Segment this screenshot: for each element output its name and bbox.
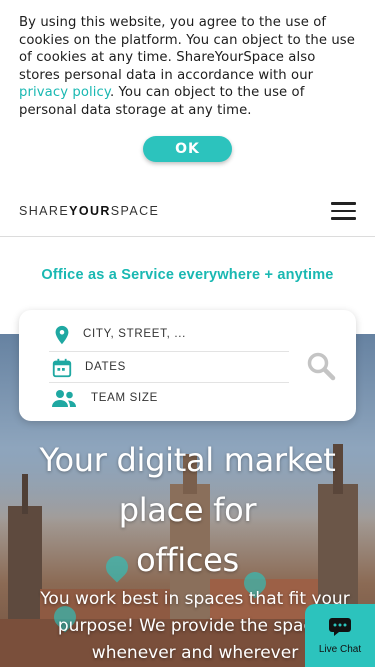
logo-part: YOUR: [69, 204, 111, 218]
tagline: Office as a Service everywhere + anytime: [41, 267, 334, 283]
cookie-banner: By using this website, you agree to the …: [0, 0, 375, 185]
hero-title-line: offices: [136, 541, 239, 579]
dates-placeholder: DATES: [85, 361, 126, 373]
site-header: SHAREYOURSPACE: [0, 185, 375, 237]
logo-part: SHARE: [19, 204, 70, 218]
privacy-policy-link[interactable]: privacy policy: [19, 85, 110, 100]
hero-title-line: Your digital market: [39, 441, 336, 479]
logo-part: SPACE: [110, 204, 160, 218]
hamburger-menu-icon[interactable]: [331, 202, 356, 220]
logo[interactable]: SHAREYOURSPACE: [19, 204, 159, 218]
dates-field[interactable]: DATES: [49, 353, 289, 383]
cookie-ok-button[interactable]: OK: [143, 136, 232, 162]
live-chat-button[interactable]: Live Chat: [305, 604, 375, 667]
map-pin-icon: [51, 324, 73, 346]
hero-title-line: place for: [118, 491, 257, 529]
cookie-text-part: By using this website, you agree to the …: [19, 15, 355, 83]
team-icon: [51, 388, 77, 410]
field-divider: [49, 382, 289, 383]
live-chat-label: Live Chat: [318, 643, 362, 655]
field-divider: [49, 351, 289, 352]
team-size-field[interactable]: TEAM SIZE: [49, 384, 289, 414]
hero-title: Your digital market place for offices: [0, 435, 375, 585]
calendar-icon: [51, 357, 73, 379]
search-card: CITY, STREET, ... DATES TEAM SIZE: [19, 310, 356, 421]
location-field[interactable]: CITY, STREET, ...: [49, 320, 289, 350]
chat-bubble-icon: [328, 617, 352, 641]
location-placeholder: CITY, STREET, ...: [83, 328, 187, 340]
team-size-placeholder: TEAM SIZE: [91, 392, 159, 404]
search-icon[interactable]: [306, 351, 336, 381]
cookie-text: By using this website, you agree to the …: [19, 14, 359, 120]
